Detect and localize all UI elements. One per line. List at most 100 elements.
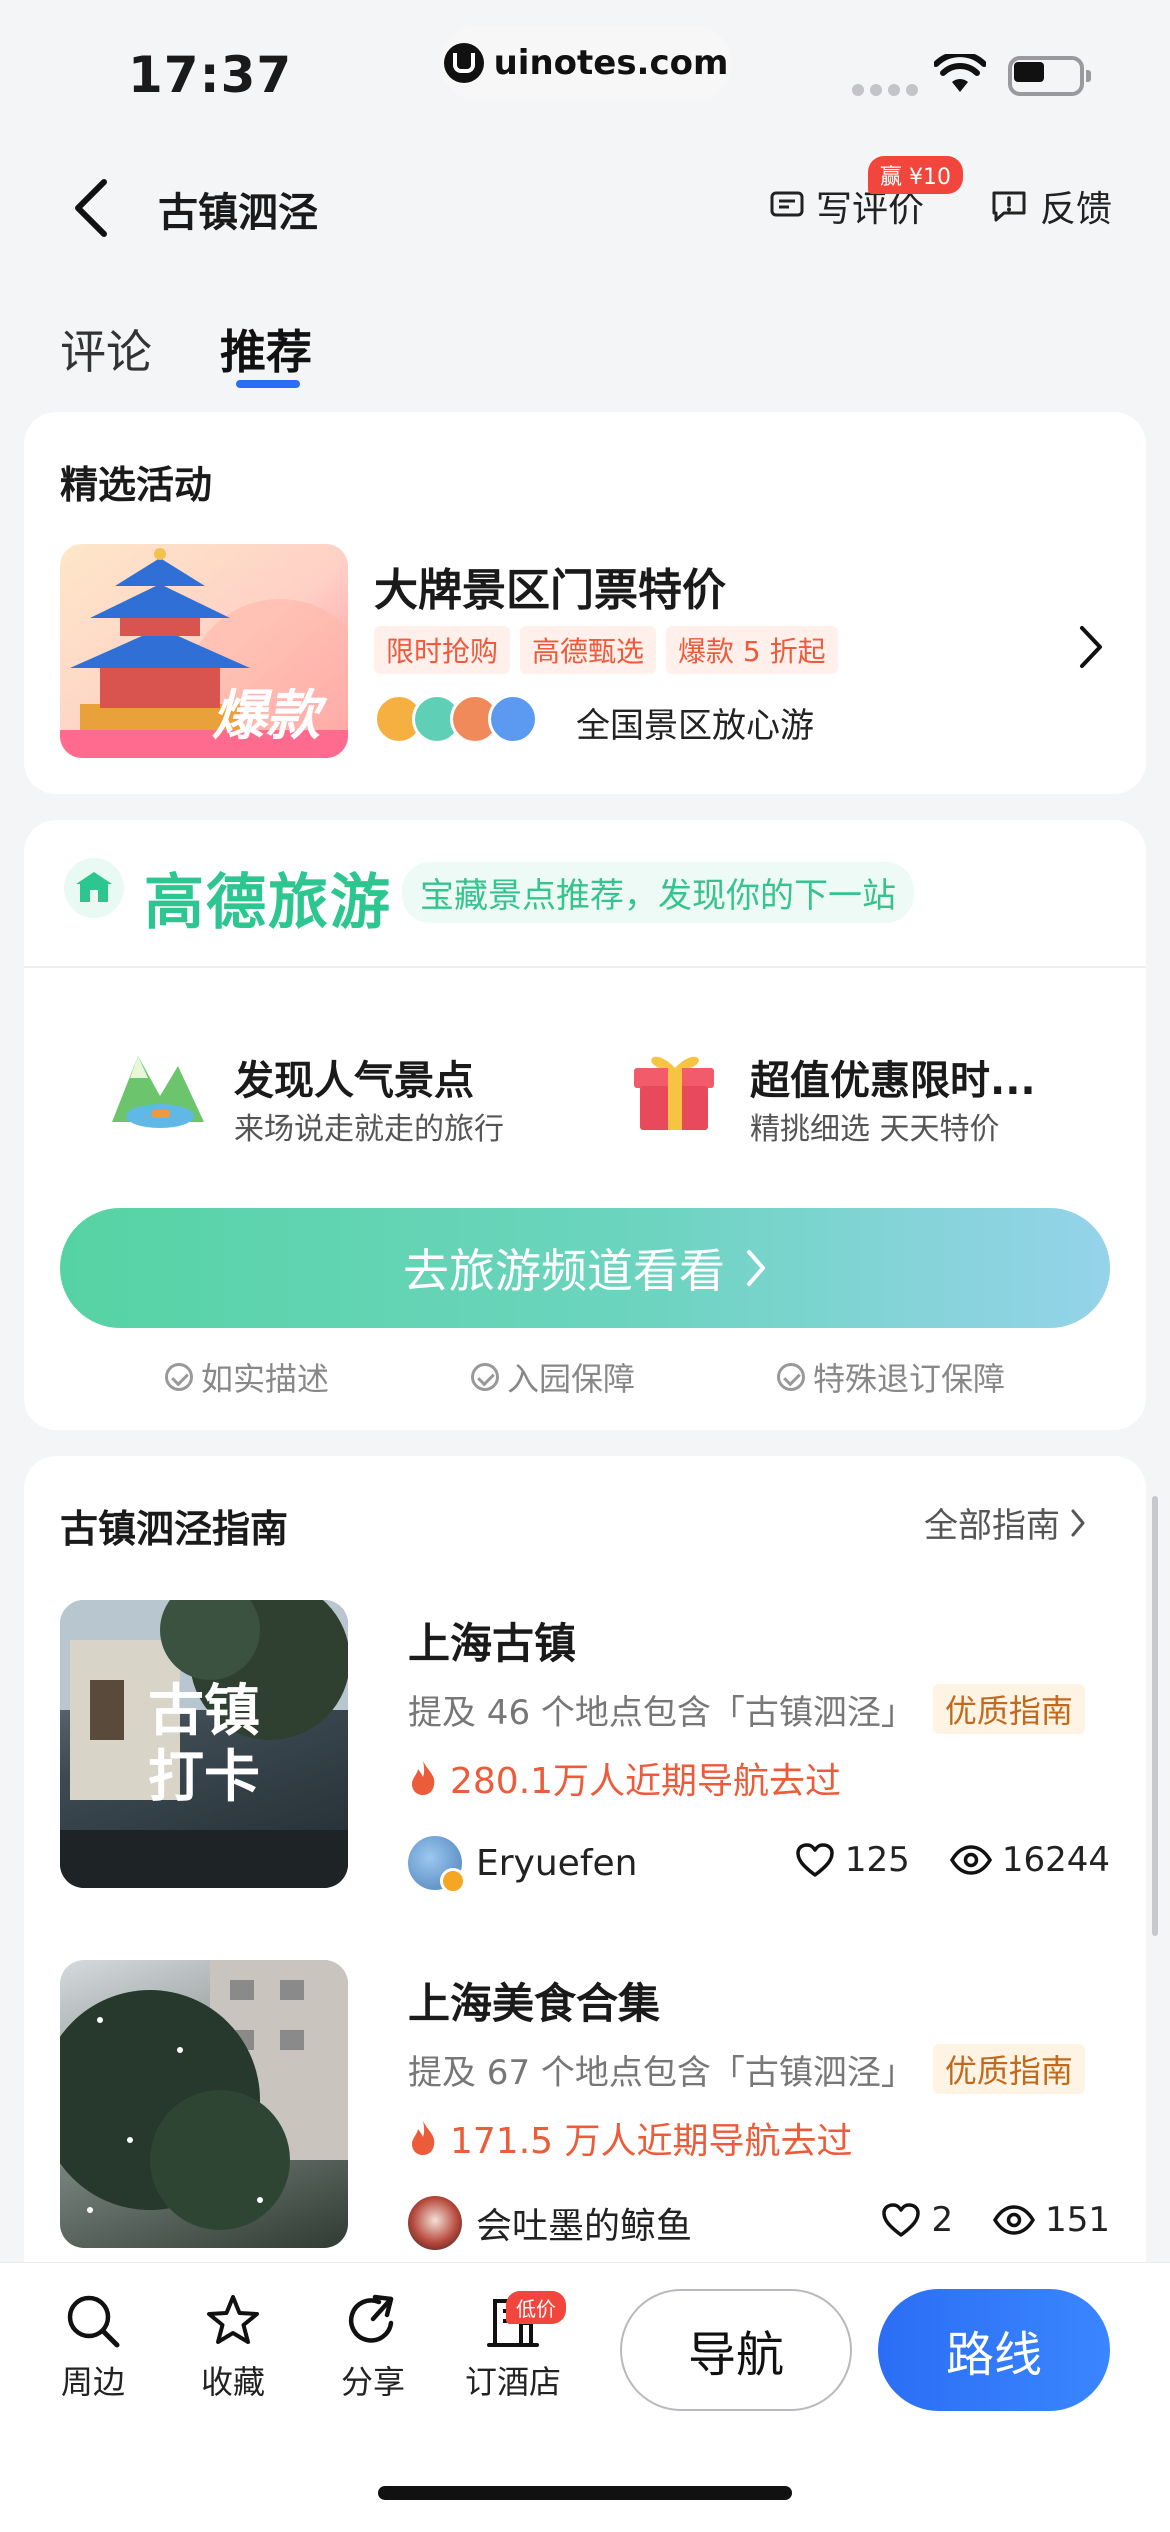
feedback-label: 反馈 [1040, 189, 1113, 230]
all-guides-link[interactable]: 全部指南 [924, 1498, 1086, 1547]
guide-thumbnail: 古镇 打卡 [60, 1600, 348, 1888]
views-stat: 16244 [949, 1840, 1110, 1880]
likes-stat[interactable]: 125 [795, 1840, 910, 1880]
favorite-button[interactable]: 收藏 [178, 2293, 288, 2403]
nearby-label: 周边 [60, 2363, 125, 2401]
route-button[interactable]: 路线 [878, 2289, 1110, 2411]
home-indicator [378, 2486, 792, 2500]
guide-heat: 280.1万人近期导航去过 [408, 1752, 841, 1804]
assurance-item: 入园保障 [470, 1354, 635, 1400]
guide-description: 提及 67 个地点包含「古镇泗泾」 优质指南 [408, 2044, 1085, 2094]
feature-subtitle: 来场说走就走的旅行 [234, 1112, 504, 1147]
favorite-label: 收藏 [200, 2363, 265, 2401]
guide-thumb-text-line1: 古镇 [148, 1679, 260, 1744]
feedback-icon [992, 191, 1026, 222]
likes-count: 125 [844, 1840, 910, 1880]
activity-tag: 限时抢购 [374, 626, 511, 674]
visit-travel-channel-button[interactable]: 去旅游频道看看 [60, 1208, 1110, 1328]
quality-badge: 优质指南 [932, 2044, 1085, 2094]
thumb-badge-text: 爆款 [212, 684, 328, 747]
active-tab-indicator [236, 380, 300, 388]
check-circle-icon [776, 1363, 805, 1391]
fire-icon [412, 2121, 435, 2155]
scrollbar[interactable] [1152, 1496, 1158, 1936]
activity-thumbnail[interactable]: 爆款 [60, 544, 348, 758]
all-guides-label: 全部指南 [924, 1506, 1060, 1546]
navigate-button[interactable]: 导航 [620, 2289, 852, 2411]
views-stat: 151 [993, 2200, 1110, 2240]
guide-description: 提及 46 个地点包含「古镇泗泾」 优质指南 [408, 1684, 1085, 1734]
verified-badge-icon [440, 1868, 466, 1894]
travel-channel-card: 高德旅游 宝藏景点推荐，发现你的下一站 发现人气景点 来场说走就走的旅行 超值优… [24, 820, 1146, 1430]
guide-heat-text: 280.1万人近期导航去过 [450, 1761, 842, 1802]
guide-item[interactable]: 上海美食合集 提及 67 个地点包含「古镇泗泾」 优质指南 171.5 万人近期… [60, 1960, 1110, 2250]
search-icon [67, 2295, 120, 2348]
divider [24, 966, 1146, 968]
guide-title: 上海美食合集 [408, 1979, 661, 2028]
temple-of-heaven-illustration: 爆款 [60, 548, 348, 758]
guide-author[interactable]: 会吐墨的鲸鱼 [408, 2196, 692, 2250]
check-circle-icon [164, 1363, 193, 1391]
activities-section-title: 精选活动 [60, 463, 213, 507]
page-title: 古镇泗泾 [158, 190, 318, 236]
share-icon [348, 2294, 394, 2343]
guide-thumbnail [60, 1960, 348, 2248]
guide-heat: 171.5 万人近期导航去过 [408, 2112, 853, 2164]
activity-tag: 爆款 5 折起 [666, 626, 838, 674]
guide-heat-text: 171.5 万人近期导航去过 [450, 2121, 853, 2162]
views-count: 16244 [1001, 1840, 1110, 1880]
feedback-button[interactable]: 反馈 [990, 180, 1112, 232]
nearby-button[interactable]: 周边 [38, 2293, 148, 2403]
guides-section-title: 古镇泗泾指南 [60, 1507, 289, 1551]
check-circle-icon [470, 1363, 499, 1391]
book-hotel-label: 订酒店 [464, 2363, 561, 2401]
status-bar: 17:37 uinotes.com [0, 0, 1170, 140]
back-arrow-icon[interactable] [70, 176, 114, 240]
chevron-right-icon [747, 1250, 765, 1286]
eye-icon [949, 1845, 992, 1875]
chevron-right-icon[interactable] [1078, 624, 1104, 670]
tab-recommend[interactable]: 推荐 [220, 316, 312, 382]
travel-slogan: 宝藏景点推荐，发现你的下一站 [402, 862, 914, 923]
activity-tag: 高德甄选 [520, 626, 657, 674]
feature-title: 超值优惠限时... [750, 1058, 1036, 1104]
heart-icon [796, 1843, 834, 1877]
guide-stats: 2 151 [881, 2200, 1110, 2240]
tab-comments[interactable]: 评论 [60, 316, 152, 382]
wifi-icon [934, 54, 986, 92]
feature-title: 发现人气景点 [234, 1058, 474, 1104]
chevron-right-icon [1071, 1509, 1085, 1536]
scenic-type-icons [374, 694, 538, 744]
low-price-badge: 低价 [506, 2291, 566, 2324]
author-name: Eryuefen [476, 1842, 638, 1884]
quality-badge: 优质指南 [932, 1684, 1085, 1734]
eye-icon [993, 2205, 1036, 2235]
guide-stats: 125 16244 [795, 1840, 1110, 1880]
feature-subtitle: 精挑细选 天天特价 [750, 1112, 1000, 1147]
assurance-label: 如实描述 [200, 1360, 329, 1398]
status-time: 17:37 [128, 46, 293, 104]
guide-item[interactable]: 古镇 打卡 上海古镇 提及 46 个地点包含「古镇泗泾」 优质指南 280.1万… [60, 1600, 1110, 1894]
activity-title[interactable]: 大牌景区门票特价 [374, 554, 726, 618]
likes-stat[interactable]: 2 [881, 2200, 953, 2240]
url-text: uinotes.com [493, 43, 729, 83]
reward-badge: 赢 ¥10 [868, 156, 963, 194]
battery-icon [1008, 56, 1092, 96]
guide-title: 上海古镇 [408, 1619, 577, 1668]
guide-author[interactable]: Eryuefen [408, 1836, 638, 1894]
url-pill: uinotes.com [440, 26, 732, 100]
star-icon [207, 2295, 259, 2344]
assurance-item: 特殊退订保障 [776, 1354, 1005, 1400]
share-label: 分享 [340, 2363, 405, 2401]
share-button[interactable]: 分享 [318, 2293, 428, 2403]
guide-desc-text: 提及 46 个地点包含「古镇泗泾」 [408, 1692, 915, 1733]
travel-cta-label: 去旅游频道看看 [403, 1244, 725, 1298]
gift-icon [634, 1056, 714, 1130]
heart-icon [882, 2203, 921, 2237]
museum-icon [488, 694, 538, 744]
avatar [408, 1836, 466, 1894]
travel-brand-title: 高德旅游 [144, 868, 392, 938]
fire-icon [412, 1761, 435, 1795]
guide-thumb-text-line2: 打卡 [148, 1745, 260, 1810]
activity-tags: 限时抢购 高德甄选 爆款 5 折起 [374, 626, 838, 674]
